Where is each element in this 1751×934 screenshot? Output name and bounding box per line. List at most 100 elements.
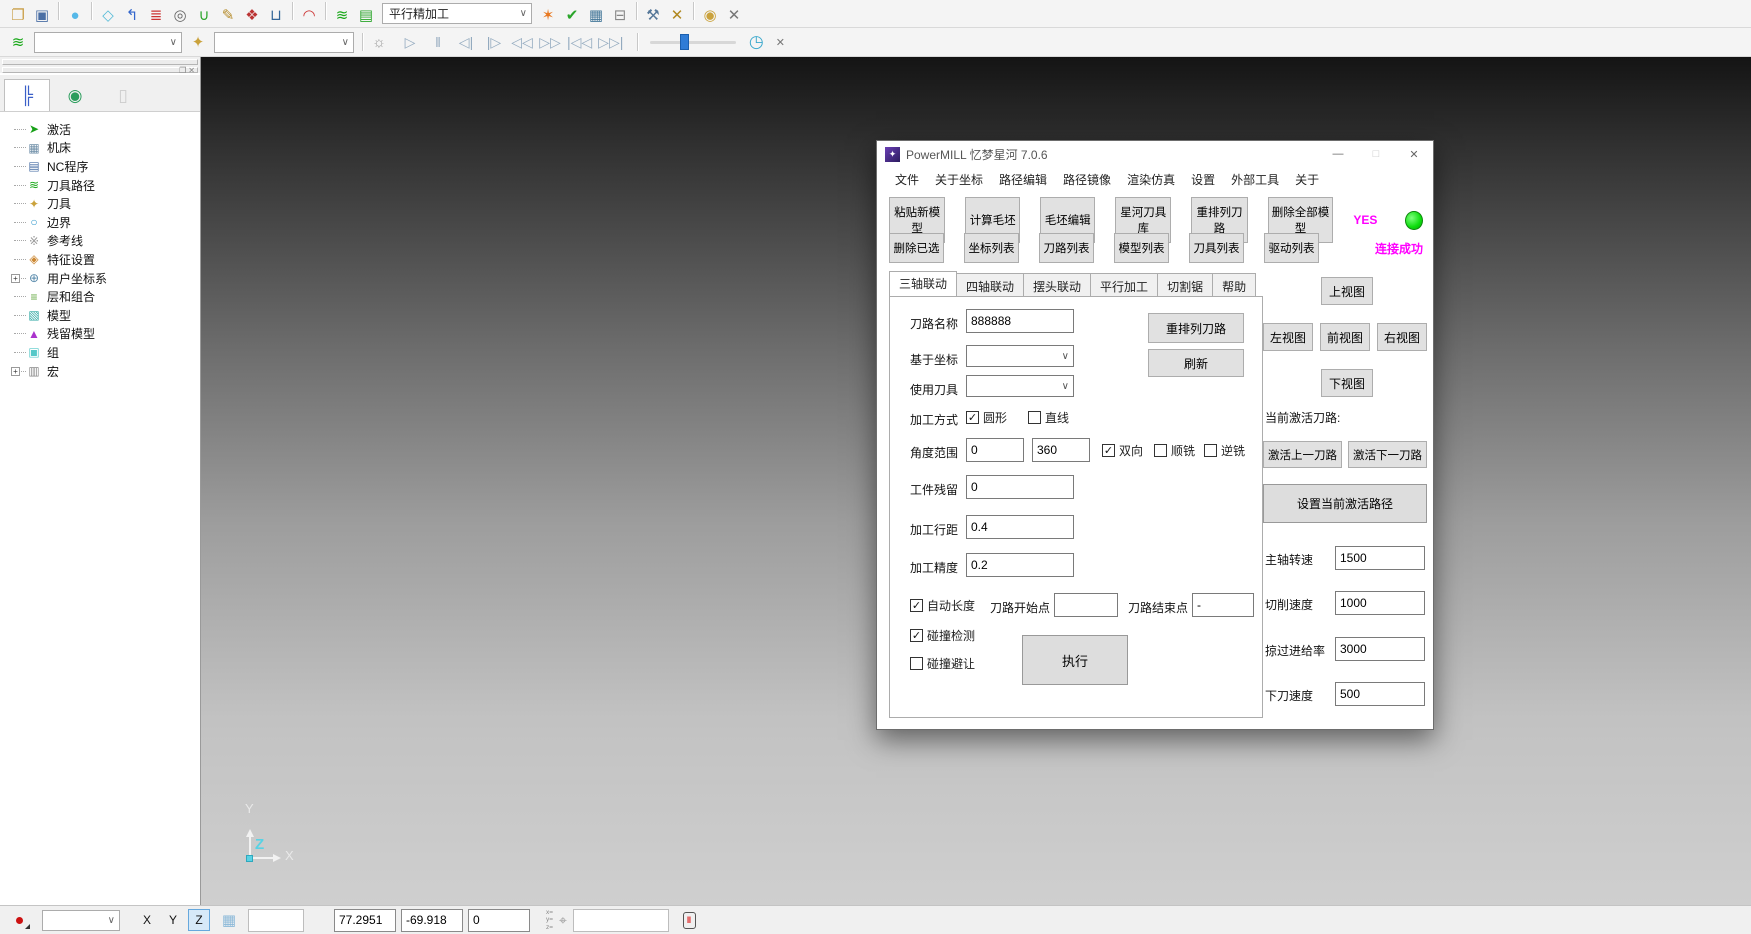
coordinate-list-button[interactable]: 坐标列表 [964, 233, 1019, 263]
position-input[interactable] [573, 909, 669, 932]
menu-path-edit[interactable]: 路径编辑 [991, 168, 1055, 191]
strategy-list-icon[interactable]: ▤ [354, 3, 378, 27]
transform-icon[interactable]: ✕ [665, 3, 689, 27]
slider-handle[interactable] [680, 34, 689, 50]
tool-change-icon[interactable]: ⊔ [264, 3, 288, 27]
toolpath-icon[interactable]: ≋ [330, 3, 354, 27]
toolpath-list-button[interactable]: 刀路列表 [1039, 233, 1094, 263]
tolerance-input[interactable] [966, 553, 1074, 577]
close-toolbar-icon[interactable]: ✕ [722, 3, 746, 27]
model-list-button[interactable]: 模型列表 [1114, 233, 1169, 263]
rewind-button[interactable]: ◁◁ [511, 30, 533, 54]
menu-path-mirror[interactable]: 路径镜像 [1055, 168, 1119, 191]
tree-item-levels-and-sets[interactable]: ≡ 层和组合 [6, 287, 200, 306]
bidirectional-checkbox[interactable]: 双向 [1102, 442, 1143, 459]
tree-item-machine-tools[interactable]: ▦ 机床 [6, 139, 200, 158]
leads-links-icon[interactable]: ∪ [192, 3, 216, 27]
float-panel-icon[interactable]: ❐ [179, 67, 186, 75]
ruler-icon[interactable]: ⊟ [608, 3, 632, 27]
lightbulb-icon[interactable]: ☼ [367, 30, 391, 54]
tool-select[interactable]: ∨ [214, 32, 354, 53]
feed-rate-icon[interactable]: ↰ [120, 3, 144, 27]
angle-to-input[interactable] [1032, 438, 1090, 462]
tree-item-stock-models[interactable]: ▲ 残留模型 [6, 325, 200, 344]
based-coordinate-select[interactable]: ∨ [966, 345, 1074, 367]
go-start-button[interactable]: |◁◁ [567, 30, 592, 54]
grid-size-input[interactable] [248, 909, 304, 932]
view-top-button[interactable]: 上视图 [1321, 277, 1373, 305]
minimize-button[interactable]: — [1319, 141, 1357, 167]
shaded-view-icon[interactable]: ● [63, 3, 87, 27]
auto-length-checkbox[interactable]: 自动长度 [910, 597, 975, 614]
tree-item-macros[interactable]: + ▥ 宏 [6, 362, 200, 381]
stepover-input[interactable] [966, 515, 1074, 539]
collision-check-checkbox[interactable]: 碰撞检测 [910, 627, 975, 644]
menu-settings[interactable]: 设置 [1183, 168, 1223, 191]
toolpath-verify-icon[interactable]: ✶ [536, 3, 560, 27]
tool-start-point-icon[interactable]: ◎ [168, 3, 192, 27]
close-button[interactable]: ✕ [1395, 141, 1433, 167]
locator-icon[interactable]: ⌖ [559, 912, 567, 929]
open-project-icon[interactable]: ❐ [6, 3, 30, 27]
clock-icon[interactable]: ◷ [744, 30, 768, 54]
maximize-button[interactable]: □ [1357, 141, 1395, 167]
panel-grip[interactable]: ❐✕ [2, 67, 198, 73]
simulate-blocks-icon[interactable]: ◉ [698, 3, 722, 27]
menu-coordinates[interactable]: 关于坐标 [927, 168, 991, 191]
activate-prev-toolpath-button[interactable]: 激活上一刀路 [1263, 441, 1342, 468]
spindle-speed-input[interactable] [1335, 546, 1425, 570]
menu-render-simulation[interactable]: 渲染仿真 [1119, 168, 1183, 191]
tree-item-models[interactable]: ▧ 模型 [6, 306, 200, 325]
conventional-mill-checkbox[interactable]: 逆铣 [1204, 442, 1245, 459]
tree-item-activate[interactable]: ➤ 激活 [6, 120, 200, 139]
view-bottom-button[interactable]: 下视图 [1321, 369, 1373, 397]
coord-y-input[interactable] [401, 909, 463, 932]
tree-item-feature-sets[interactable]: ◈ 特征设置 [6, 250, 200, 269]
coord-x-input[interactable] [334, 909, 396, 932]
tool-pair-icon[interactable]: ⚒ [641, 3, 665, 27]
go-end-button[interactable]: ▷▷| [598, 30, 623, 54]
tree-item-nc-programs[interactable]: ▤ NC程序 [6, 157, 200, 176]
plunge-feed-input[interactable] [1335, 682, 1425, 706]
close-toolbar-icon[interactable]: ✕ [768, 30, 792, 54]
tool-list-button[interactable]: 刀具列表 [1189, 233, 1244, 263]
drive-list-button[interactable]: 驱动列表 [1264, 233, 1319, 263]
pause-button[interactable]: ‖ [427, 30, 449, 54]
angle-from-input[interactable] [966, 438, 1024, 462]
grid-toggle-button[interactable]: ▦ [216, 909, 242, 931]
block-icon[interactable]: ◇ [96, 3, 120, 27]
delete-selected-button[interactable]: 删除已选 [889, 233, 944, 263]
coord-z-input[interactable] [468, 909, 530, 932]
line-checkbox[interactable]: 直线 [1028, 409, 1069, 426]
panel-grip[interactable] [2, 59, 198, 65]
step-back-button[interactable]: ◁| [455, 30, 477, 54]
toolpath-select[interactable]: ∨ [34, 32, 182, 53]
tree-item-toolpaths[interactable]: ≋ 刀具路径 [6, 176, 200, 195]
view-right-button[interactable]: 右视图 [1377, 323, 1427, 351]
snap-mode-select[interactable]: ∨ [42, 910, 120, 931]
collision-check-icon[interactable]: ◠ [297, 3, 321, 27]
globe-view-tab[interactable]: ◉ [52, 79, 98, 111]
stock-allowance-input[interactable] [966, 475, 1074, 499]
pause-indicator-icon[interactable]: ‖ [683, 912, 696, 929]
expand-icon[interactable]: + [11, 367, 20, 376]
expand-icon[interactable]: + [11, 274, 20, 283]
tree-item-groups[interactable]: ▣ 组 [6, 343, 200, 362]
view-left-button[interactable]: 左视图 [1263, 323, 1313, 351]
axis-y-button[interactable]: Y [162, 909, 184, 931]
dialog-title-bar[interactable]: ✦ PowerMILL 忆梦星河 7.0.6 — □ ✕ [877, 141, 1433, 167]
tree-item-boundaries[interactable]: ○ 边界 [6, 213, 200, 232]
menu-external-tools[interactable]: 外部工具 [1223, 168, 1287, 191]
refresh-button[interactable]: 刷新 [1148, 349, 1244, 377]
circular-checkbox[interactable]: 圆形 [966, 409, 1007, 426]
execute-button[interactable]: 执行 [1022, 635, 1128, 685]
skim-feed-input[interactable] [1335, 637, 1425, 661]
view-front-button[interactable]: 前视图 [1320, 323, 1370, 351]
axis-z-button[interactable]: Z [188, 909, 210, 931]
climb-mill-checkbox[interactable]: 顺铣 [1154, 442, 1195, 459]
menu-about[interactable]: 关于 [1287, 168, 1327, 191]
start-point-input[interactable] [1054, 593, 1118, 617]
use-tool-select[interactable]: ∨ [966, 375, 1074, 397]
set-active-path-button[interactable]: 设置当前激活路径 [1263, 484, 1427, 523]
axis-x-button[interactable]: X [136, 909, 158, 931]
